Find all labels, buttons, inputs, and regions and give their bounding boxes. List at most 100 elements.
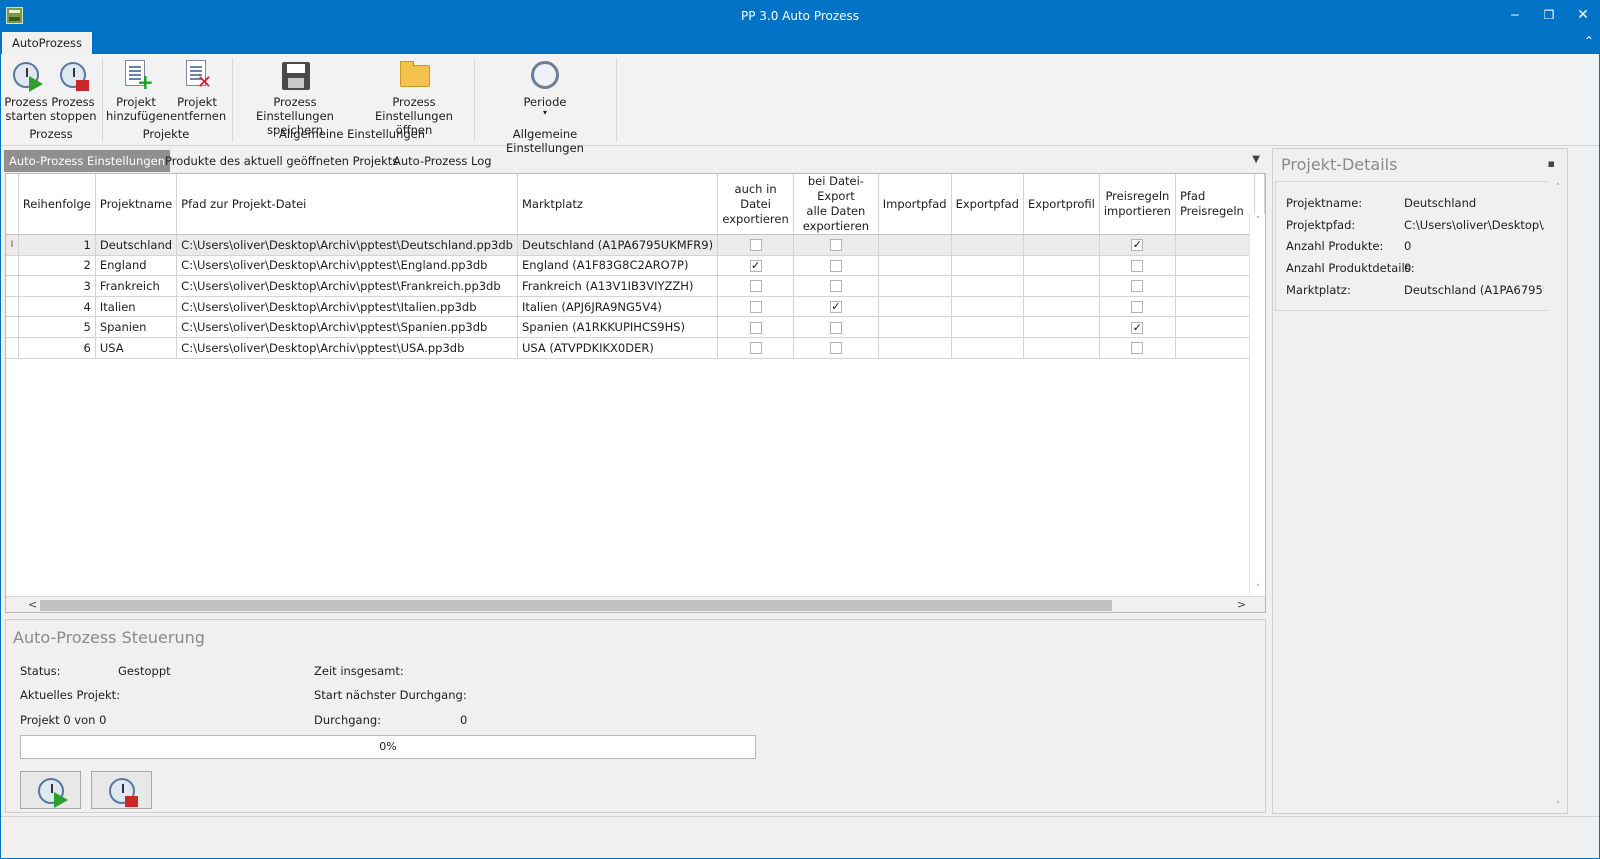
column-header-pfad[interactable]: Pfad zur Projekt-Datei — [176, 174, 518, 235]
pin-icon[interactable]: ▪ — [1548, 157, 1555, 170]
checkbox[interactable] — [1131, 259, 1144, 272]
scroll-down-icon[interactable]: ˅ — [1549, 801, 1567, 811]
grid-header-row: Reihenfolge Projektname Pfad zur Projekt… — [6, 174, 1265, 235]
document-tabs: Auto-Prozess Einstellungen Produkte des … — [4, 150, 1266, 172]
row-selector[interactable] — [6, 296, 19, 318]
clock-stop-icon — [56, 58, 90, 92]
table-row[interactable]: I 1 Deutschland C:\Users\oliver\Desktop\Arc… — [6, 234, 1265, 256]
checkbox[interactable]: ✓ — [1131, 239, 1144, 252]
table-row[interactable]: 2 England C:\Users\oliver\Desktop\Archiv\p… — [6, 255, 1265, 277]
cell-alle-daten-exportieren — [793, 337, 879, 359]
scroll-up-icon[interactable]: ˄ — [1549, 183, 1567, 193]
grid-horizontal-scrollbar[interactable]: < > — [6, 596, 1265, 612]
projekt-hinzufuegen-button[interactable]: + Projekt hinzufügen — [106, 58, 170, 123]
horizontal-scroll-thumb[interactable] — [40, 600, 1112, 611]
checkbox[interactable] — [749, 239, 762, 252]
details-vertical-scrollbar[interactable]: ˄ ˅ — [1549, 181, 1567, 813]
checkbox[interactable]: ✓ — [1131, 321, 1144, 334]
column-header-exportpfad[interactable]: Exportpfad — [951, 174, 1024, 235]
row-selector[interactable]: I — [6, 234, 19, 256]
checkbox[interactable] — [829, 321, 842, 334]
header-line: auch in Datei — [734, 181, 777, 211]
prozess-einstellungen-oeffnen-button[interactable]: Prozess Einstellungen öffnen — [358, 58, 470, 137]
column-header-importpfad[interactable]: Importpfad — [878, 174, 952, 235]
minimize-button[interactable]: ‒ — [1498, 0, 1532, 32]
column-header-exportprofil[interactable]: Exportprofil — [1023, 174, 1100, 235]
stop-process-button[interactable] — [91, 771, 152, 809]
prozess-starten-button[interactable]: Prozess starten — [4, 58, 48, 123]
column-header-pfad-preisregeln[interactable]: Pfad Preisregeln — [1175, 174, 1255, 235]
close-button[interactable]: ✕ — [1566, 0, 1600, 32]
save-disk-icon — [278, 58, 312, 92]
column-header-preisregeln-importieren[interactable]: Preisregeln importieren — [1099, 174, 1176, 235]
column-header-projektname[interactable]: Projektname — [95, 174, 178, 235]
checkbox[interactable] — [829, 280, 842, 293]
row-selector[interactable] — [6, 255, 19, 277]
scroll-left-icon[interactable]: < — [28, 597, 37, 612]
checkbox[interactable] — [829, 239, 842, 252]
checkbox[interactable] — [1131, 301, 1144, 314]
row-selector[interactable] — [6, 275, 19, 297]
prozess-stoppen-button[interactable]: Prozess stoppen — [50, 58, 97, 123]
projekt-entfernen-button[interactable]: ✕ Projekt entfernen — [170, 58, 226, 123]
checkbox[interactable] — [749, 342, 762, 355]
tab-auto-prozess-einstellungen[interactable]: Auto-Prozess Einstellungen — [4, 150, 171, 172]
column-header-bei-datei-export[interactable]: bei Datei-Export alle Daten exportieren — [793, 174, 879, 235]
cell-preisregeln-importieren: ✓ — [1099, 234, 1176, 256]
column-header-auch-in-datei-exportieren[interactable]: auch in Datei exportieren — [717, 174, 795, 235]
status-label: Status: — [20, 664, 61, 678]
window-title: PP 3.0 Auto Prozess — [740, 9, 860, 23]
cell-marktplatz: Italien (APJ6JRA9NG5V4) — [517, 296, 719, 318]
restore-button[interactable]: ❐ — [1532, 0, 1566, 32]
checkbox[interactable] — [1131, 280, 1144, 293]
aktuelles-projekt-label: Aktuelles Projekt: — [20, 688, 121, 702]
cell-pfad: C:\Users\oliver\Desktop\Archiv\pptest\It… — [176, 296, 518, 318]
prozess-einstellungen-speichern-button[interactable]: Prozess Einstellungen speichern — [234, 58, 356, 137]
scroll-down-icon[interactable]: ˅ — [1250, 584, 1265, 594]
progress-text: 0% — [379, 740, 397, 753]
checkbox[interactable] — [749, 301, 762, 314]
cell-pfad-preisregeln — [1175, 337, 1255, 359]
projekt-details-panel: Projekt-Details ▪ Projektname: Deutschla… — [1272, 148, 1568, 814]
checkbox[interactable]: ✓ — [749, 259, 762, 272]
cell-reihenfolge: 1 — [18, 234, 96, 256]
checkbox[interactable]: ✓ — [829, 301, 842, 314]
table-row[interactable]: 4 Italien C:\Users\oliver\Desktop\Archiv\p… — [6, 296, 1265, 318]
start-process-button[interactable] — [20, 771, 81, 809]
ribbon-tab-autoprozess[interactable]: AutoProzess — [2, 32, 92, 54]
periode-dropdown-button[interactable]: Periode ▾ — [500, 58, 590, 117]
grid-vertical-scrollbar[interactable]: ˄ ˅ — [1249, 214, 1265, 596]
clock-start-icon — [34, 774, 68, 808]
column-header-reihenfolge[interactable]: Reihenfolge — [18, 174, 96, 235]
checkbox[interactable] — [749, 321, 762, 334]
cell-exportprofil — [1023, 275, 1100, 297]
cell-exportpfad — [951, 337, 1024, 359]
checkbox[interactable] — [829, 259, 842, 272]
cell-importpfad — [878, 316, 952, 338]
ribbon-tab-bar: AutoProzess ⌃ — [0, 32, 1600, 54]
cell-projektname: Deutschland — [95, 234, 178, 256]
cell-alle-daten-exportieren — [793, 275, 879, 297]
tab-auto-prozess-log[interactable]: Auto-Prozess Log — [388, 150, 497, 172]
cell-preisregeln-importieren — [1099, 337, 1176, 359]
checkbox[interactable] — [749, 280, 762, 293]
cell-projektname: England — [95, 255, 178, 277]
tab-produkte[interactable]: Produkte des aktuell geöffneten Projekts — [160, 150, 403, 172]
table-row[interactable]: 3 Frankreich C:\Users\oliver\Desktop\Archi… — [6, 275, 1265, 297]
scroll-up-icon[interactable]: ˄ — [1250, 216, 1265, 226]
cell-importpfad — [878, 296, 952, 318]
scroll-right-icon[interactable]: > — [1237, 597, 1246, 612]
cell-reihenfolge: 4 — [18, 296, 96, 318]
table-row[interactable]: 6 USA C:\Users\oliver\Desktop\Archiv\pptes… — [6, 337, 1265, 359]
tabs-dropdown-icon[interactable]: ▼ — [1252, 154, 1260, 165]
clock-stop-icon — [105, 774, 139, 808]
row-selector[interactable] — [6, 316, 19, 338]
checkbox[interactable] — [829, 342, 842, 355]
checkbox[interactable] — [1131, 342, 1144, 355]
column-header-marktplatz[interactable]: Marktplatz — [517, 174, 719, 235]
collapse-ribbon-icon[interactable]: ⌃ — [1584, 34, 1594, 48]
button-label: Projekt — [116, 95, 156, 109]
table-row[interactable]: 5 Spanien C:\Users\oliver\Desktop\Archiv\p… — [6, 316, 1265, 338]
row-selector[interactable] — [6, 337, 19, 359]
cell-importpfad — [878, 255, 952, 277]
